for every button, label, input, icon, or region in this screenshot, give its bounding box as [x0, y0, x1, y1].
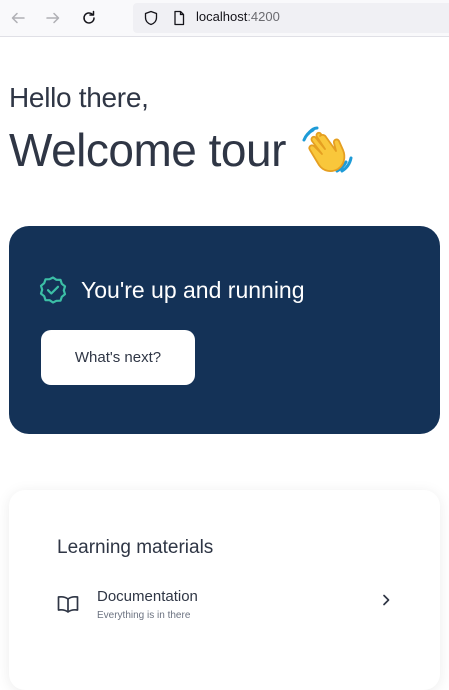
check-badge-icon [39, 276, 67, 304]
documentation-description: Everything is in there [97, 610, 191, 621]
back-button[interactable] [6, 6, 30, 30]
shield-icon[interactable] [143, 10, 159, 26]
whats-next-button[interactable]: What's next? [41, 330, 195, 385]
learning-materials-card: Learning materials Documentation Everyth… [9, 490, 440, 690]
documentation-label: Documentation [97, 588, 198, 605]
browser-toolbar: localhost:4200 [0, 0, 449, 37]
documentation-link[interactable]: Documentation Everything is in there [57, 588, 397, 628]
status-title: You're up and running [81, 277, 305, 303]
url-port: :4200 [247, 9, 280, 24]
waving-hand-icon [302, 126, 353, 173]
url-host: localhost [196, 9, 248, 24]
url-text: localhost:4200 [196, 9, 280, 24]
forward-arrow-icon [46, 12, 60, 24]
reload-icon [83, 10, 95, 24]
page-title: Welcome tour [9, 122, 356, 178]
url-bar[interactable]: localhost:4200 [133, 3, 449, 33]
page-title-text: Welcome tour [9, 124, 286, 176]
book-icon [57, 595, 79, 613]
forward-button[interactable] [41, 6, 65, 30]
chevron-right-icon [383, 594, 390, 606]
page-content: Hello there, Welcome tour You're up and … [0, 38, 449, 690]
page-icon[interactable] [171, 10, 187, 26]
reload-button[interactable] [77, 6, 101, 30]
learning-materials-title: Learning materials [57, 537, 214, 558]
back-arrow-icon [11, 12, 25, 24]
greeting-text: Hello there, [9, 82, 149, 113]
status-panel: You're up and running What's next? [9, 226, 440, 434]
